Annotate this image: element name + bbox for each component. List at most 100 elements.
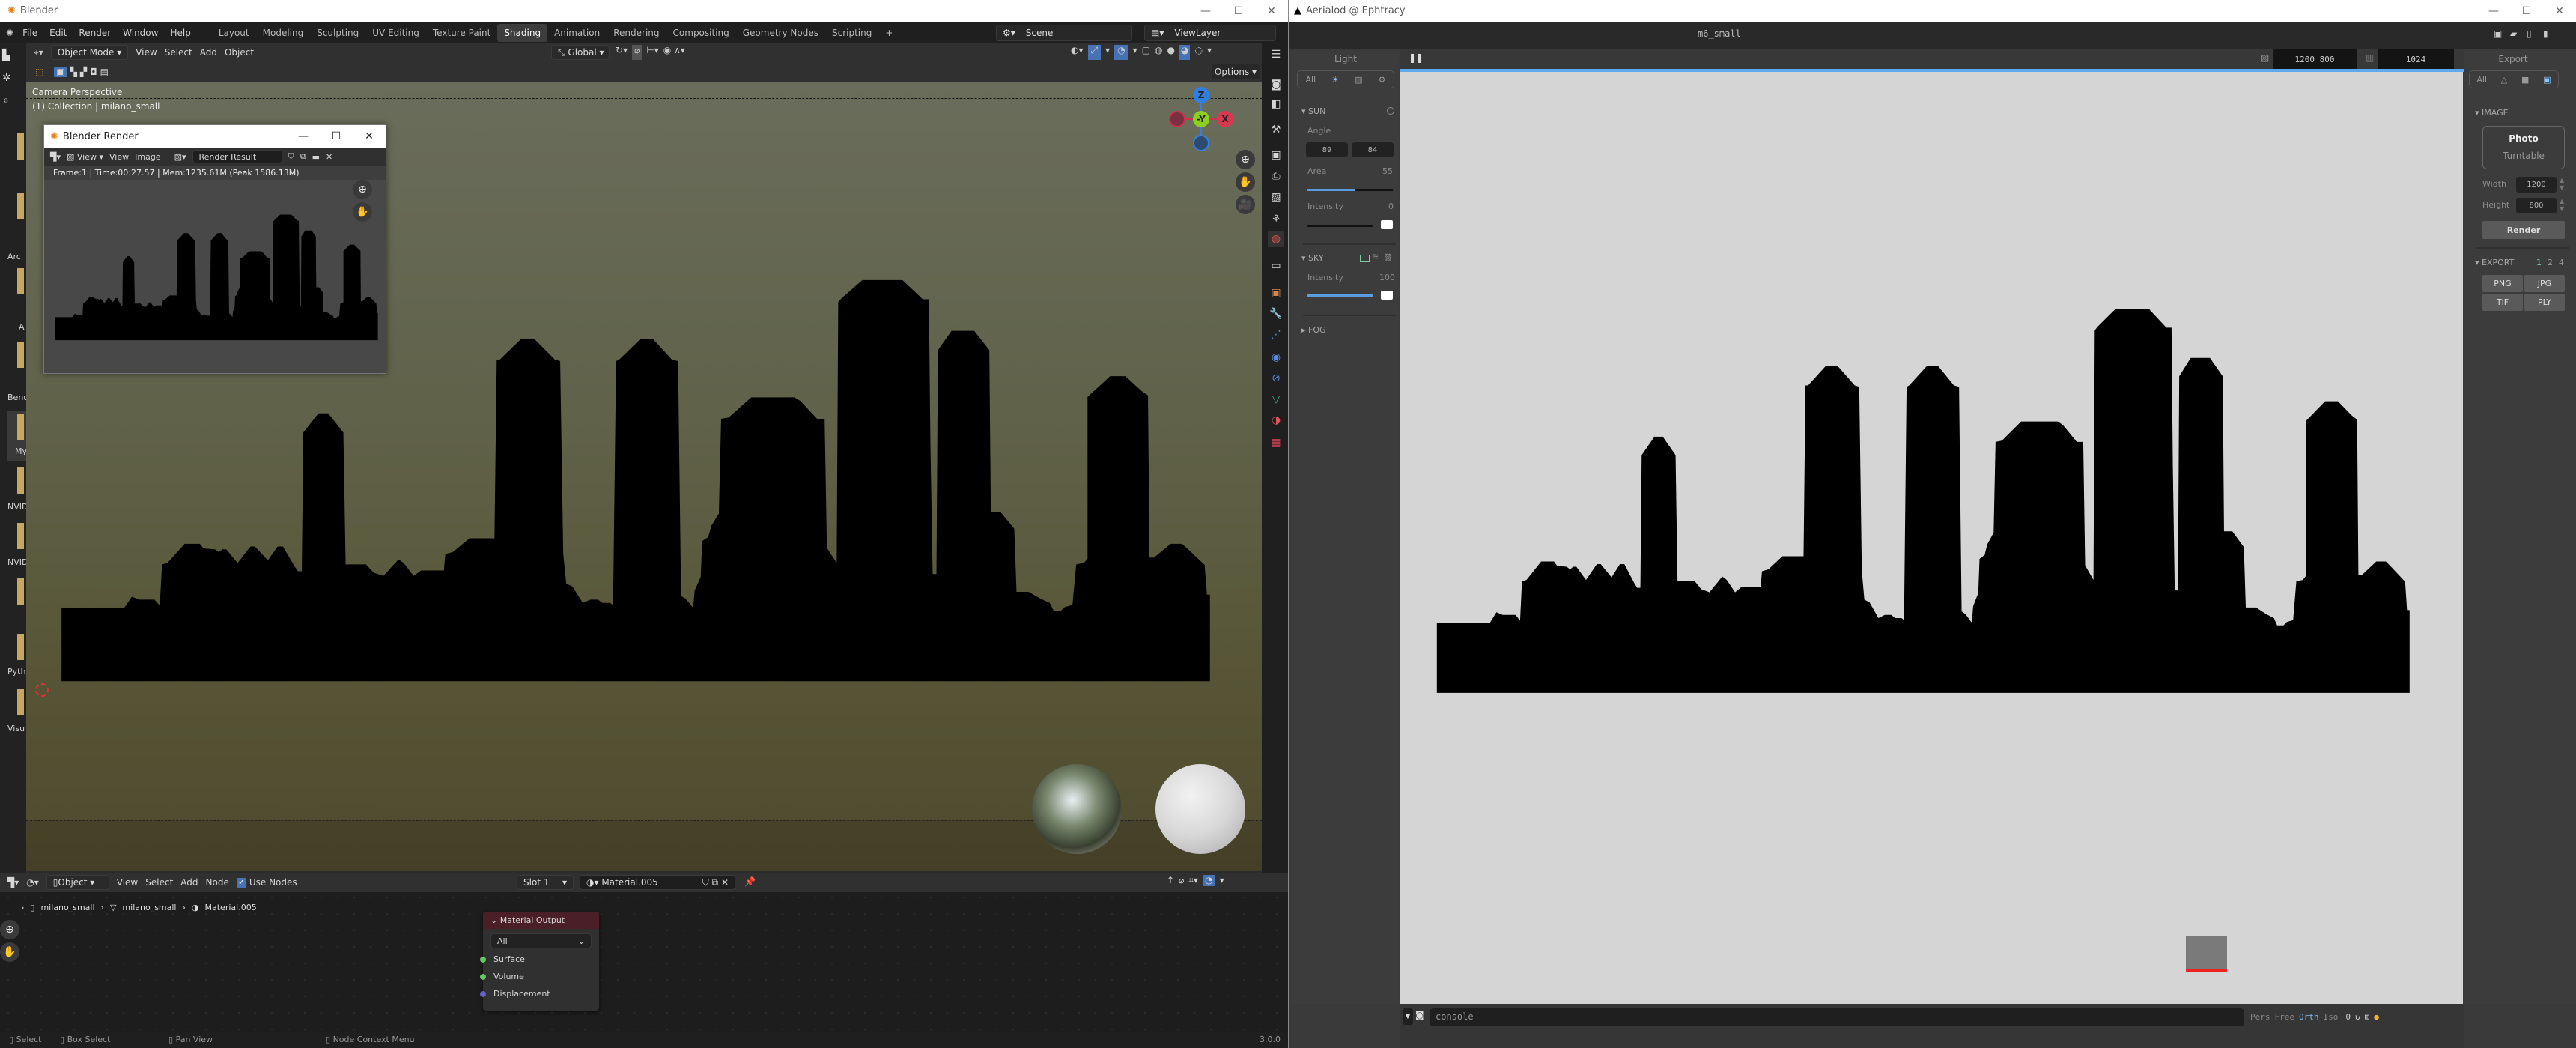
menu-add[interactable]: Add	[200, 47, 217, 58]
editor-type-icon[interactable]: ▜▾	[7, 877, 19, 888]
view-layer-selector[interactable]: ▤▾ ViewLayer	[1144, 25, 1276, 41]
height-stepper-icon[interactable]: ▲ ▼	[2560, 198, 2564, 213]
sun-angle-x-input[interactable]: 89	[1306, 142, 1348, 157]
camera-view-icon[interactable]: 🎥	[1236, 195, 1255, 214]
menu-help[interactable]: Help	[164, 28, 196, 38]
select-mode-extend-icon[interactable]: ▚	[70, 67, 77, 77]
sun-toggle[interactable]	[1387, 107, 1394, 115]
save-icon[interactable]: ▣	[2494, 28, 2502, 39]
width-input[interactable]: 1200	[2516, 177, 2557, 193]
tab-uv-editing[interactable]: UV Editing	[365, 28, 426, 38]
menu-image[interactable]: Image	[135, 152, 160, 162]
light-bulb-icon[interactable]: ●	[2374, 1012, 2379, 1022]
console-toggle-icon[interactable]: ▼	[1403, 1008, 1413, 1025]
mode-photo[interactable]: Photo	[2483, 133, 2564, 144]
render-close-button[interactable]: ✕	[353, 130, 386, 142]
pin-icon[interactable]: 📌	[744, 876, 756, 887]
scene-selector[interactable]: ⚙▾ Scene	[996, 25, 1132, 41]
export-scale-2[interactable]: 2	[2548, 258, 2553, 267]
tab-sun-icon[interactable]: ☀	[1331, 75, 1339, 85]
image-name-field[interactable]: Render Result	[192, 150, 282, 163]
constraints-properties-icon[interactable]: ⊘	[1268, 370, 1284, 387]
open-folder-icon[interactable]: ▬	[312, 152, 320, 162]
node-editor-right-tools[interactable]: ↑ ⌀ ⌗▾ ◔ ▾	[1167, 875, 1224, 886]
gizmo-neg-z-axis[interactable]	[1193, 135, 1209, 151]
texture-properties-icon[interactable]: ▦	[1268, 434, 1284, 451]
zoom-view-icon[interactable]: ⊕	[1236, 150, 1255, 169]
menu-file[interactable]: File	[16, 28, 43, 38]
view-orth[interactable]: Orth	[2299, 1012, 2319, 1022]
modifier-properties-icon[interactable]: 🔧	[1268, 306, 1284, 322]
image-browse-icon[interactable]: ▨▾	[174, 152, 186, 162]
sky-mode-gradient-icon[interactable]: ≋	[1372, 252, 1379, 261]
output-properties-icon[interactable]: ⎙	[1268, 168, 1284, 184]
zoom-nodes-icon[interactable]: ⊕	[0, 920, 19, 939]
tab-rendering[interactable]: Rendering	[607, 28, 666, 38]
search-icon[interactable]: ⌕	[3, 94, 9, 106]
view-pers[interactable]: Pers	[2250, 1012, 2270, 1022]
particles-properties-icon[interactable]: ⋰	[1268, 327, 1284, 343]
tab-all[interactable]: All	[1306, 75, 1316, 85]
file-browser-icon[interactable]: ▙	[2, 49, 10, 61]
zoom-image-icon[interactable]: ⊕	[353, 180, 372, 199]
samples-icon[interactable]: ▥	[2366, 52, 2374, 63]
open-icon[interactable]: ▰	[2510, 28, 2517, 39]
outliner-icon[interactable]: ☰	[1268, 46, 1284, 63]
collection-properties-icon[interactable]: ▭	[1268, 258, 1284, 274]
tab-sculpting[interactable]: Sculpting	[310, 28, 365, 38]
resolution-icon[interactable]: ▨	[2261, 52, 2269, 63]
export-section-header[interactable]: ▾ EXPORT	[2475, 258, 2514, 267]
menu-window[interactable]: Window	[117, 28, 164, 38]
view-free[interactable]: Free	[2275, 1012, 2295, 1022]
tab-modeling[interactable]: Modeling	[256, 28, 311, 38]
new-icon[interactable]: ▯	[2527, 28, 2532, 39]
use-nodes-checkbox[interactable]: ✓ Use Nodes	[236, 877, 297, 888]
select-tool-icon[interactable]: ⬚	[35, 67, 43, 77]
viewport-shading-tools[interactable]: ◐▾ ⤢ ▾ ◔ ▾ ▢ ◍ ● ◕ ◌ ▾	[1071, 45, 1212, 60]
view-mode-dropdown[interactable]: ▨ View ▾	[67, 152, 103, 162]
export-scale-4[interactable]: 4	[2559, 258, 2564, 267]
node-input-displacement[interactable]: Displacement	[480, 989, 599, 999]
resolution-field[interactable]: 1200 800	[2273, 49, 2357, 69]
orbit-icon[interactable]: ✲	[2, 72, 11, 84]
view-iso[interactable]: Iso	[2324, 1012, 2339, 1022]
scene-properties-icon[interactable]: ⚘	[1268, 211, 1284, 228]
export-tif-button[interactable]: TIF	[2482, 294, 2523, 311]
menu-view[interactable]: View	[136, 47, 157, 58]
menu-add[interactable]: Add	[180, 877, 198, 888]
add-workspace-button[interactable]: +	[878, 28, 899, 38]
fake-user-icon[interactable]: ⛉	[288, 151, 294, 162]
material-output-node[interactable]: ⌄ Material Output All ⌄ Surface Volume Di…	[480, 912, 599, 1011]
node-header[interactable]: ⌄ Material Output	[483, 912, 599, 929]
close-button[interactable]: ✕	[1255, 5, 1288, 17]
tool-icon[interactable]: ⚒	[1268, 121, 1284, 138]
sky-mode-uniform-icon[interactable]	[1360, 255, 1370, 262]
mesh-data-properties-icon[interactable]: ▽	[1268, 391, 1284, 408]
gizmo-y-axis[interactable]: -Y	[1193, 111, 1209, 127]
world-properties-icon[interactable]: ◍	[1268, 231, 1284, 247]
sky-mode-image-icon[interactable]: ▨	[1384, 252, 1391, 261]
mode-dropdown[interactable]: Object Mode ▾	[50, 45, 129, 60]
maximize-button[interactable]: ☐	[1222, 5, 1255, 17]
menu-node[interactable]: Node	[206, 877, 229, 888]
render-properties-icon[interactable]: ▣	[1268, 147, 1284, 163]
tab-shading[interactable]: Shading	[497, 23, 548, 42]
mode-turntable[interactable]: Turntable	[2483, 151, 2564, 161]
tab-compositing[interactable]: Compositing	[666, 28, 736, 38]
minimize-button[interactable]: —	[2477, 5, 2510, 17]
width-stepper-icon[interactable]: ▲ ▼	[2560, 177, 2564, 192]
select-mode-new-icon[interactable]: ▣	[54, 67, 67, 77]
sun-area-slider[interactable]	[1307, 189, 1393, 191]
node-input-volume[interactable]: Volume	[480, 972, 599, 981]
menu-view[interactable]: View	[117, 877, 138, 888]
menu-edit[interactable]: Edit	[43, 28, 73, 38]
close-button[interactable]: ✕	[2543, 5, 2576, 17]
transform-orientation-dropdown[interactable]: ⤡ Global ▾	[551, 45, 610, 60]
editor-type-icon[interactable]: ▜▾	[50, 152, 61, 162]
tab-settings-icon[interactable]: ⚙	[1379, 75, 1386, 85]
tab-animation[interactable]: Animation	[547, 28, 607, 38]
rotate-icon[interactable]: ↻	[2355, 1012, 2360, 1022]
tab-video-icon[interactable]: ■	[2521, 75, 2529, 85]
gizmo-z-axis[interactable]: Z	[1193, 87, 1209, 103]
grid-icon[interactable]: ⊞	[2365, 1012, 2370, 1022]
